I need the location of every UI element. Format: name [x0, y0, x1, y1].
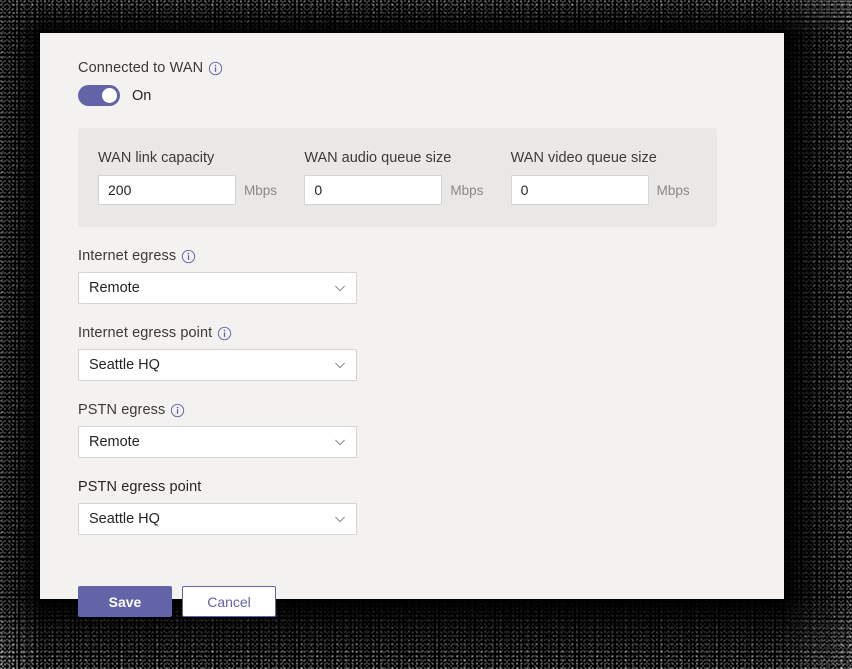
wan-audio-queue-size-input[interactable] [304, 175, 442, 205]
internet-egress-point-label: Internet egress point [78, 324, 784, 342]
backdrop-noise-top [0, 0, 852, 34]
internet-egress-label: Internet egress [78, 247, 784, 265]
pstn-egress-select[interactable]: Remote [78, 426, 357, 458]
chevron-down-icon [333, 281, 347, 295]
chevron-down-icon [333, 358, 347, 372]
wan-link-capacity-label: WAN link capacity [98, 150, 304, 166]
info-circle-icon[interactable] [170, 403, 185, 418]
internet-egress-point-label-text: Internet egress point [78, 324, 212, 342]
internet-egress-value: Remote [89, 280, 333, 296]
toggle-knob [102, 88, 117, 103]
pstn-egress-point-label: PSTN egress point [78, 478, 784, 496]
wan-link-capacity-group: WAN link capacity Mbps [98, 150, 304, 205]
wan-audio-queue-size-label: WAN audio queue size [304, 150, 510, 166]
connected-to-wan-toggle-row: On [78, 85, 784, 106]
connected-to-wan-toggle[interactable] [78, 85, 120, 106]
wan-video-queue-size-input[interactable] [511, 175, 649, 205]
pstn-egress-point-block: PSTN egress point Seattle HQ [78, 478, 784, 535]
backdrop-noise-left [0, 0, 42, 669]
pstn-egress-value: Remote [89, 434, 333, 450]
cancel-button[interactable]: Cancel [182, 586, 276, 617]
internet-egress-point-select[interactable]: Seattle HQ [78, 349, 357, 381]
pstn-egress-label: PSTN egress [78, 401, 784, 419]
backdrop-noise-right [782, 0, 852, 669]
chevron-down-icon [333, 512, 347, 526]
internet-egress-point-value: Seattle HQ [89, 357, 333, 373]
wan-audio-queue-size-unit: Mbps [450, 183, 483, 198]
wan-link-capacity-unit: Mbps [244, 183, 277, 198]
info-circle-icon[interactable] [217, 326, 232, 341]
save-button[interactable]: Save [78, 586, 172, 617]
wan-video-queue-size-label: WAN video queue size [511, 150, 717, 166]
internet-egress-label-text: Internet egress [78, 247, 176, 265]
wan-video-queue-size-unit: Mbps [657, 183, 690, 198]
info-circle-icon[interactable] [208, 61, 223, 76]
wan-capacity-group: WAN link capacity Mbps WAN audio queue s… [78, 128, 717, 227]
toggle-state-label: On [132, 88, 151, 104]
wan-link-capacity-input[interactable] [98, 175, 236, 205]
internet-egress-point-block: Internet egress point Seattle HQ [78, 324, 784, 381]
chevron-down-icon [333, 435, 347, 449]
settings-panel: Connected to WAN On WAN link capacity [40, 33, 784, 599]
internet-egress-block: Internet egress Remote [78, 247, 784, 304]
connected-to-wan-label: Connected to WAN [78, 59, 784, 77]
pstn-egress-point-value: Seattle HQ [89, 511, 333, 527]
pstn-egress-block: PSTN egress Remote [78, 401, 784, 458]
info-circle-icon[interactable] [181, 249, 196, 264]
pstn-egress-label-text: PSTN egress [78, 401, 165, 419]
internet-egress-select[interactable]: Remote [78, 272, 357, 304]
connected-to-wan-label-text: Connected to WAN [78, 59, 203, 77]
pstn-egress-point-label-text: PSTN egress point [78, 478, 201, 496]
wan-video-queue-size-group: WAN video queue size Mbps [511, 150, 717, 205]
form-actions: Save Cancel [78, 586, 784, 617]
pstn-egress-point-select[interactable]: Seattle HQ [78, 503, 357, 535]
wan-audio-queue-size-group: WAN audio queue size Mbps [304, 150, 510, 205]
